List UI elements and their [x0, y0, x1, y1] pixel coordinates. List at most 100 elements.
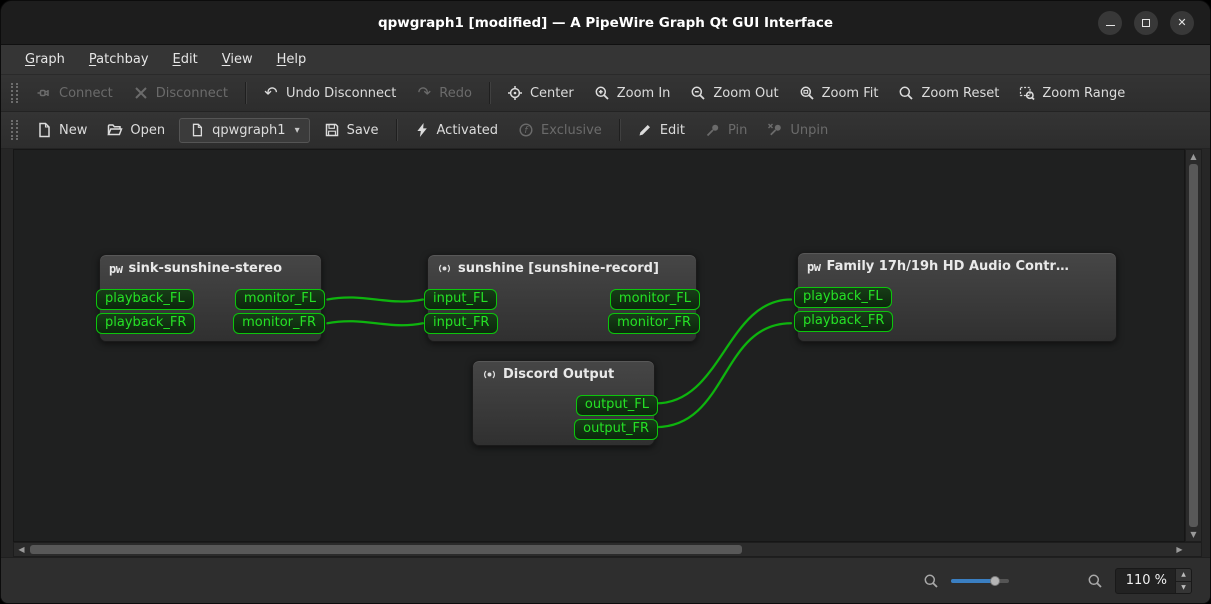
toolbar-grip[interactable] — [11, 83, 18, 103]
app-window: qpwgraph1 [modified] — A PipeWire Graph … — [0, 0, 1211, 604]
zoom-range-icon — [1020, 86, 1036, 101]
zoom-slider[interactable] — [950, 574, 1009, 588]
toolbar-separator — [244, 82, 246, 104]
scroll-down-icon[interactable]: ▼ — [1186, 528, 1201, 541]
zoom-out-button[interactable]: Zoom Out — [681, 79, 787, 107]
exclusive-label: Exclusive — [541, 122, 602, 138]
center-icon — [507, 86, 522, 100]
connection-edge[interactable] — [326, 320, 425, 327]
center-button[interactable]: Center — [498, 79, 583, 107]
patchbay-select[interactable]: qpwgraph1 ▾ — [179, 117, 310, 143]
scroll-left-icon[interactable]: ◀ — [14, 543, 29, 556]
undo-button[interactable]: ↶ Undo Disconnect — [254, 79, 405, 107]
zoom-value[interactable]: 110 % — [1116, 569, 1175, 593]
window-title: qpwgraph1 [modified] — A PipeWire Graph … — [377, 14, 834, 31]
horizontal-scrollbar[interactable]: ◀ ▶ — [13, 542, 1202, 557]
zoom-fit-label: Zoom Fit — [821, 85, 879, 101]
menu-edit[interactable]: Edit — [163, 48, 208, 71]
port-monitor_FR[interactable]: monitor_FR — [608, 313, 700, 334]
save-button[interactable]: Save — [315, 116, 388, 144]
vertical-scrollbar[interactable]: ▲ ▼ — [1185, 149, 1202, 542]
port-input_FR[interactable]: input_FR — [424, 313, 499, 334]
redo-button[interactable]: ↷ Redo — [407, 79, 481, 107]
zoom-out-icon[interactable] — [923, 573, 939, 589]
port-playback_FL[interactable]: playback_FL — [96, 289, 194, 310]
disconnect-button[interactable]: Disconnect — [124, 79, 237, 107]
node-sunshine-record[interactable]: sunshine [sunshine-record] input_FL inpu… — [424, 254, 700, 342]
minimize-icon — [1105, 25, 1115, 26]
save-icon — [325, 123, 338, 137]
connection-edge[interactable] — [326, 296, 425, 303]
spin-down-icon[interactable]: ▼ — [1176, 580, 1191, 593]
close-button[interactable]: ✕ — [1170, 10, 1194, 35]
port-output_FL[interactable]: output_FL — [575, 395, 658, 416]
port-playback_FR[interactable]: playback_FR — [794, 311, 894, 332]
menu-label: dit — [180, 52, 198, 67]
port-monitor_FR[interactable]: monitor_FR — [233, 313, 325, 334]
menu-view[interactable]: View — [212, 48, 263, 71]
patchbay-select-value: qpwgraph1 — [212, 122, 286, 138]
menu-label: G — [25, 52, 36, 67]
spin-up-icon[interactable]: ▲ — [1176, 569, 1191, 581]
node-family-hd-audio[interactable]: pw Family 17h/19h HD Audio Contr… playba… — [794, 252, 1117, 342]
menu-label: H — [276, 52, 287, 67]
activated-toggle[interactable]: Activated — [405, 116, 508, 144]
connections-layer — [326, 296, 793, 429]
unpin-button[interactable]: Unpin — [758, 116, 837, 144]
toolbar-grip[interactable] — [11, 120, 18, 140]
disconnect-icon — [135, 87, 147, 99]
port-monitor_FL[interactable]: monitor_FL — [234, 289, 325, 310]
open-button[interactable]: Open — [98, 116, 174, 144]
spin-arrows: ▲ ▼ — [1175, 568, 1191, 593]
connect-icon — [37, 89, 49, 97]
zoom-fit-icon — [800, 86, 814, 100]
exclusive-icon: f — [519, 123, 533, 137]
maximize-icon — [1142, 18, 1150, 27]
pin-button[interactable]: Pin — [696, 116, 756, 144]
zoom-out-label: Zoom Out — [713, 85, 779, 101]
save-label: Save — [346, 122, 379, 138]
minimize-button[interactable] — [1098, 10, 1122, 35]
menu-help[interactable]: Help — [267, 48, 317, 71]
port-output_FR[interactable]: output_FR — [574, 419, 658, 440]
open-folder-icon — [107, 124, 123, 136]
new-button[interactable]: New — [27, 116, 96, 144]
zoom-in-button[interactable]: Zoom In — [585, 79, 680, 107]
connect-button[interactable]: Connect — [27, 79, 122, 107]
vertical-scroll-thumb[interactable] — [1189, 164, 1198, 527]
node-header[interactable]: pw Family 17h/19h HD Audio Contr… — [798, 253, 1116, 278]
record-icon — [484, 370, 495, 379]
port-monitor_FL[interactable]: monitor_FL — [609, 289, 700, 310]
node-discord-output[interactable]: Discord Output output_FL output_FR — [472, 360, 658, 446]
zoom-slider-handle[interactable] — [990, 575, 1001, 586]
horizontal-scroll-thumb[interactable] — [30, 545, 743, 554]
node-header[interactable]: Discord Output — [473, 361, 654, 386]
zoom-range-label: Zoom Range — [1042, 85, 1126, 101]
node-header[interactable]: pw sink-sunshine-stereo — [100, 255, 321, 280]
port-playback_FR[interactable]: playback_FR — [96, 313, 196, 334]
node-sink-sunshine-stereo[interactable]: pw sink-sunshine-stereo playback_FL play… — [96, 254, 325, 342]
port-playback_FL[interactable]: playback_FL — [794, 287, 892, 308]
graph-canvas[interactable]: pw sink-sunshine-stereo playback_FL play… — [13, 149, 1185, 542]
menu-label: elp — [286, 52, 307, 67]
menu-graph[interactable]: Graph — [15, 48, 75, 71]
scroll-up-icon[interactable]: ▲ — [1186, 150, 1201, 163]
port-input_FL[interactable]: input_FL — [424, 289, 497, 310]
zoom-reset-button[interactable]: Zoom Reset — [889, 79, 1008, 107]
scroll-right-icon[interactable]: ▶ — [1172, 543, 1187, 556]
menu-label: iew — [230, 52, 253, 67]
zoom-spinbox[interactable]: 110 % ▲ ▼ — [1114, 567, 1192, 594]
zoom-reset-icon — [900, 86, 914, 100]
zoom-range-button[interactable]: Zoom Range — [1010, 79, 1134, 107]
node-header[interactable]: sunshine [sunshine-record] — [428, 255, 696, 280]
exclusive-toggle[interactable]: f Exclusive — [509, 116, 611, 144]
zoom-in-label: Zoom In — [616, 85, 671, 101]
node-title-label: sink-sunshine-stereo — [128, 261, 283, 276]
zoom-in-icon[interactable] — [1087, 573, 1103, 589]
zoom-fit-button[interactable]: Zoom Fit — [790, 79, 888, 107]
new-file-icon — [39, 122, 50, 138]
menu-patchbay[interactable]: Patchbay — [79, 48, 159, 71]
menu-label: raph — [35, 52, 65, 67]
maximize-button[interactable] — [1134, 10, 1158, 35]
edit-button[interactable]: Edit — [628, 116, 694, 144]
